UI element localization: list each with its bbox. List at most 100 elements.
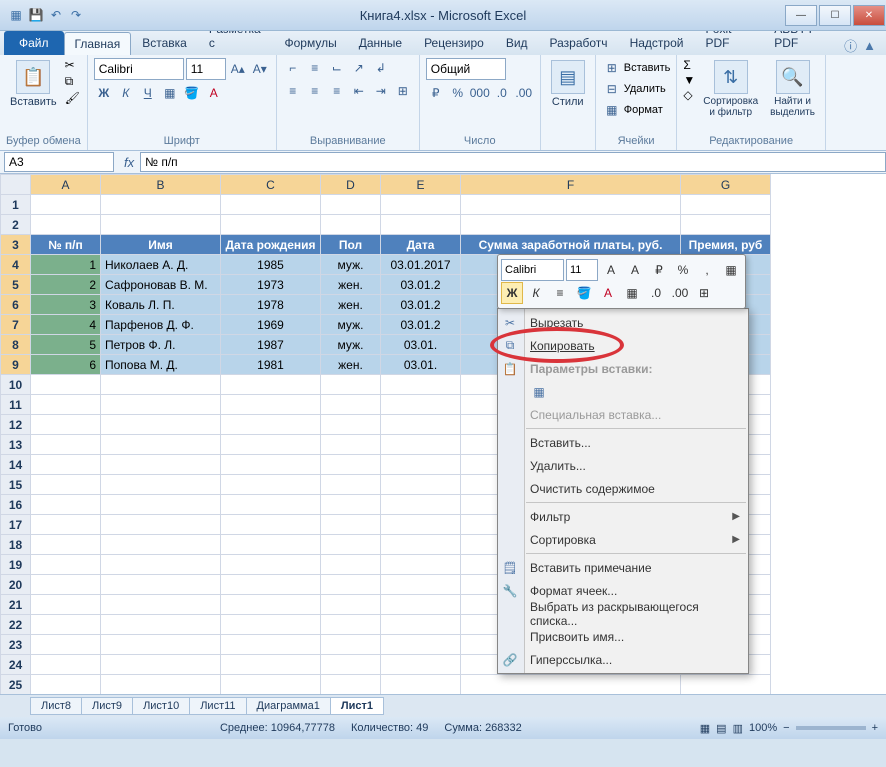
styles-button[interactable]: ▤Стили: [547, 58, 589, 110]
min-ribbon-icon[interactable]: ▲: [863, 38, 876, 53]
select-all-corner[interactable]: [1, 175, 31, 195]
data-cell[interactable]: муж.: [321, 335, 381, 355]
empty-cell[interactable]: [381, 535, 461, 555]
table-header-cell[interactable]: № п/п: [31, 235, 101, 255]
empty-cell[interactable]: [321, 475, 381, 495]
empty-cell[interactable]: [321, 655, 381, 675]
mini-bold-button[interactable]: Ж: [501, 282, 523, 304]
copy-icon[interactable]: ⧉: [65, 74, 80, 89]
empty-cell[interactable]: [31, 195, 101, 215]
row-header-7[interactable]: 7: [1, 315, 31, 335]
paste-button[interactable]: 📋Вставить: [6, 58, 61, 110]
empty-cell[interactable]: [381, 555, 461, 575]
view-normal-icon[interactable]: ▦: [700, 722, 710, 735]
mini-font-name[interactable]: [501, 259, 564, 281]
row-header-24[interactable]: 24: [1, 655, 31, 675]
empty-cell[interactable]: [101, 655, 221, 675]
empty-cell[interactable]: [101, 395, 221, 415]
menu-hyperlink[interactable]: 🔗Гиперссылка...: [498, 648, 748, 671]
empty-cell[interactable]: [101, 635, 221, 655]
row-header-6[interactable]: 6: [1, 295, 31, 315]
data-cell[interactable]: Попова М. Д.: [101, 355, 221, 375]
empty-cell[interactable]: [321, 555, 381, 575]
empty-cell[interactable]: [221, 595, 321, 615]
mini-fill-icon[interactable]: 🪣: [573, 282, 595, 304]
data-cell[interactable]: 03.01.2: [381, 275, 461, 295]
sheet-tab-8[interactable]: Лист8: [30, 697, 82, 715]
sheet-tab-chart1[interactable]: Диаграмма1: [246, 697, 331, 715]
mini-align-icon[interactable]: ≡: [549, 282, 571, 304]
sheet-tab-10[interactable]: Лист10: [132, 697, 190, 715]
font-color-button[interactable]: A: [204, 83, 224, 103]
empty-cell[interactable]: [101, 375, 221, 395]
delete-cells-icon[interactable]: ⊟: [602, 79, 622, 99]
empty-cell[interactable]: [461, 675, 681, 695]
empty-cell[interactable]: [101, 215, 221, 235]
table-header-cell[interactable]: Пол: [321, 235, 381, 255]
table-header-cell[interactable]: Дата: [381, 235, 461, 255]
data-cell[interactable]: Коваль Л. П.: [101, 295, 221, 315]
empty-cell[interactable]: [101, 435, 221, 455]
empty-cell[interactable]: [101, 515, 221, 535]
font-name-input[interactable]: [94, 58, 184, 80]
row-header-9[interactable]: 9: [1, 355, 31, 375]
table-header-cell[interactable]: Имя: [101, 235, 221, 255]
empty-cell[interactable]: [321, 195, 381, 215]
grow-font-icon[interactable]: A▴: [228, 59, 248, 79]
dec-dec-icon[interactable]: .00: [514, 83, 534, 103]
empty-cell[interactable]: [381, 495, 461, 515]
italic-button[interactable]: К: [116, 83, 136, 103]
align-top-icon[interactable]: ⌐: [283, 58, 303, 78]
col-header-G[interactable]: G: [681, 175, 771, 195]
mini-font-size[interactable]: [566, 259, 598, 281]
empty-cell[interactable]: [321, 515, 381, 535]
align-bot-icon[interactable]: ⌙: [327, 58, 347, 78]
empty-cell[interactable]: [381, 515, 461, 535]
empty-cell[interactable]: [321, 675, 381, 695]
empty-cell[interactable]: [221, 655, 321, 675]
empty-cell[interactable]: [381, 195, 461, 215]
data-cell[interactable]: 1987: [221, 335, 321, 355]
name-box[interactable]: A3: [4, 152, 114, 172]
data-cell[interactable]: 03.01.: [381, 335, 461, 355]
empty-cell[interactable]: [31, 455, 101, 475]
merge-icon[interactable]: ⊞: [393, 81, 413, 101]
tab-file[interactable]: Файл: [4, 31, 64, 55]
data-cell[interactable]: 4: [31, 315, 101, 335]
format-cells-icon[interactable]: ▦: [602, 100, 622, 120]
menu-filter[interactable]: Фильтр▶: [498, 505, 748, 528]
menu-sort[interactable]: Сортировка▶: [498, 528, 748, 551]
tab-view[interactable]: Вид: [495, 31, 539, 55]
empty-cell[interactable]: [321, 615, 381, 635]
empty-cell[interactable]: [321, 395, 381, 415]
empty-cell[interactable]: [31, 675, 101, 695]
empty-cell[interactable]: [381, 455, 461, 475]
clear-icon[interactable]: ◇: [683, 88, 695, 102]
empty-cell[interactable]: [321, 635, 381, 655]
mini-fontcolor-icon[interactable]: A: [597, 282, 619, 304]
empty-cell[interactable]: [321, 455, 381, 475]
zoom-out-button[interactable]: −: [783, 722, 789, 734]
empty-cell[interactable]: [221, 395, 321, 415]
shrink-font-icon[interactable]: A▾: [250, 59, 270, 79]
menu-cut[interactable]: ✂Вырезать: [498, 311, 748, 334]
row-header-5[interactable]: 5: [1, 275, 31, 295]
col-header-E[interactable]: E: [381, 175, 461, 195]
delete-cells-label[interactable]: Удалить: [624, 83, 666, 95]
row-header-10[interactable]: 10: [1, 375, 31, 395]
data-cell[interactable]: 03.01.2: [381, 315, 461, 335]
empty-cell[interactable]: [221, 535, 321, 555]
empty-cell[interactable]: [31, 375, 101, 395]
empty-cell[interactable]: [31, 475, 101, 495]
menu-dropdown[interactable]: Выбрать из раскрывающегося списка...: [498, 602, 748, 625]
data-cell[interactable]: жен.: [321, 275, 381, 295]
indent-dec-icon[interactable]: ⇤: [349, 81, 369, 101]
bold-button[interactable]: Ж: [94, 83, 114, 103]
empty-cell[interactable]: [461, 195, 681, 215]
empty-cell[interactable]: [321, 575, 381, 595]
empty-cell[interactable]: [101, 535, 221, 555]
underline-button[interactable]: Ч: [138, 83, 158, 103]
align-mid-icon[interactable]: ≡: [305, 58, 325, 78]
empty-cell[interactable]: [381, 615, 461, 635]
data-cell[interactable]: жен.: [321, 295, 381, 315]
